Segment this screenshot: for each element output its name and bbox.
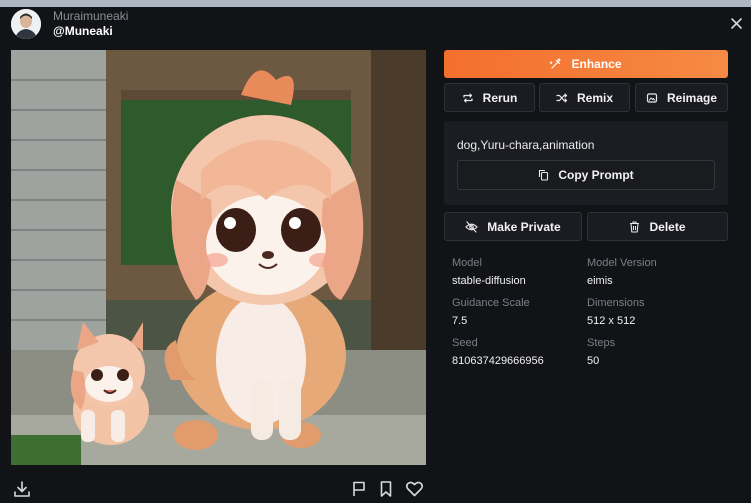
close-button[interactable] xyxy=(727,14,745,32)
rerun-label: Rerun xyxy=(482,90,518,105)
user-display-name[interactable]: Muraimuneaki xyxy=(53,9,128,23)
copy-prompt-button[interactable]: Copy Prompt xyxy=(457,160,715,190)
eye-off-icon xyxy=(465,220,479,233)
generated-image[interactable] xyxy=(11,50,426,465)
model-version-label: Model Version xyxy=(587,257,657,269)
download-button[interactable] xyxy=(11,478,33,500)
copy-prompt-label: Copy Prompt xyxy=(558,168,634,182)
dimensions-value: 512 x 512 xyxy=(587,315,636,327)
steps-value: 50 xyxy=(587,355,600,367)
make-private-button[interactable]: Make Private xyxy=(444,212,582,241)
seed-label: Seed xyxy=(452,337,478,349)
reimage-label: Reimage xyxy=(666,90,718,105)
model-value: stable-diffusion xyxy=(452,275,526,287)
avatar-portrait-icon xyxy=(11,9,41,39)
guidance-scale-value: 7.5 xyxy=(452,315,468,327)
enhance-label: Enhance xyxy=(571,57,622,71)
flag-icon xyxy=(353,481,365,496)
enhance-button[interactable]: Enhance xyxy=(444,50,728,78)
report-button[interactable] xyxy=(348,478,370,500)
dog-character-illustration xyxy=(11,50,426,465)
model-version-value: eimis xyxy=(587,275,613,287)
seed-value: 810637429666956 xyxy=(452,355,544,367)
shuffle-icon xyxy=(556,92,568,103)
image-detail-modal: Muraimuneaki @Muneaki Enhance Rerun Remi… xyxy=(0,7,751,503)
prompt-card: dog,Yuru-chara,animation Copy Prompt xyxy=(444,121,728,205)
heart-icon xyxy=(405,481,423,497)
delete-label: Delete xyxy=(649,219,686,234)
steps-label: Steps xyxy=(587,337,616,349)
bookmark-button[interactable] xyxy=(375,478,397,500)
download-icon xyxy=(14,481,30,497)
remix-label: Remix xyxy=(576,90,614,105)
delete-button[interactable]: Delete xyxy=(587,212,728,241)
image-icon xyxy=(646,92,658,103)
bookmark-icon xyxy=(380,481,392,497)
dimensions-label: Dimensions xyxy=(587,297,645,309)
avatar[interactable] xyxy=(11,9,41,39)
model-label: Model xyxy=(452,257,482,269)
reimage-button[interactable]: Reimage xyxy=(635,83,728,112)
remix-button[interactable]: Remix xyxy=(539,83,630,112)
prompt-text: dog,Yuru-chara,animation xyxy=(457,138,595,152)
sparkle-wand-icon xyxy=(550,58,562,69)
repeat-icon xyxy=(463,92,473,103)
guidance-scale-label: Guidance Scale xyxy=(452,297,530,309)
close-icon xyxy=(730,17,742,29)
make-private-label: Make Private xyxy=(487,219,561,234)
like-button[interactable] xyxy=(403,478,425,500)
user-handle[interactable]: @Muneaki xyxy=(53,24,113,38)
trash-icon xyxy=(630,220,640,233)
copy-icon xyxy=(539,169,549,181)
rerun-button[interactable]: Rerun xyxy=(444,83,535,112)
